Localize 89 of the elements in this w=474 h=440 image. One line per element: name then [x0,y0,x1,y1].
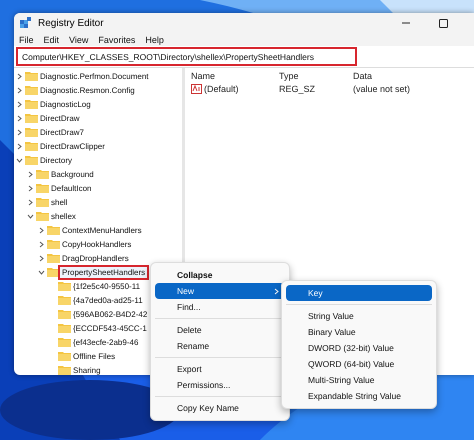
tree-item[interactable]: {ef43ecfe-2ab9-46 [71,336,140,348]
folder-icon [47,253,60,263]
tree-item[interactable]: {ECCDF543-45CC-1 [71,322,149,334]
folder-icon [25,141,38,151]
chevron-right-icon[interactable] [16,86,23,94]
menu-item[interactable]: Find... [155,299,285,315]
tree-item[interactable]: Background [49,168,96,180]
chevron-right-icon[interactable] [27,170,34,178]
table-cell-text: (value not set) [353,84,412,94]
chevron-down-icon[interactable] [38,268,45,276]
maximize-icon[interactable] [439,18,448,28]
tree-item[interactable]: shellex [49,210,78,222]
tree-item[interactable]: DirectDraw [38,112,82,124]
address-bar[interactable]: Computer\HKEY_CLASSES_ROOT\Directory\shellex\PropertySheetHandlers [16,47,357,66]
menu-item[interactable]: DWORD (32-bit) Value [286,340,432,356]
menu-item[interactable]: Expandable String Value [286,388,432,404]
window-title: Registry Editor [38,18,105,28]
menu-item[interactable]: Export [155,361,285,377]
column-header[interactable]: Data [353,71,468,81]
folder-icon [58,295,71,305]
tree-item[interactable]: {4a7ded0a-ad25-11 [71,294,145,306]
folder-icon [36,169,49,179]
menu-item[interactable]: Collapse [155,267,285,283]
chevron-right-icon [274,288,279,294]
tree-item[interactable]: PropertySheetHandlers [60,266,148,278]
table-cell-text: REG_SZ [279,84,316,94]
chevron-right-icon[interactable] [16,100,23,108]
menu-bar-item[interactable]: File [19,34,34,46]
registry-app-icon [20,17,32,29]
tree-item[interactable]: DragDropHandlers [60,252,131,264]
folder-icon [58,323,71,333]
tree-item[interactable]: {596AB062-B4D2-42 [71,308,150,320]
folder-icon [58,337,71,347]
folder-icon [36,211,49,221]
menu-item[interactable]: QWORD (64-bit) Value [286,356,432,372]
tree-item[interactable]: DiagnosticLog [38,98,93,110]
folder-icon [47,239,60,249]
tree-item[interactable]: CopyHookHandlers [60,238,134,250]
folder-icon [58,351,71,361]
chevron-right-icon[interactable] [16,72,23,80]
column-header[interactable]: Name [191,71,279,81]
chevron-right-icon[interactable] [27,184,34,192]
chevron-right-icon[interactable] [27,198,34,206]
tree-item[interactable]: Sharing [71,364,103,375]
menu-item[interactable]: Delete [155,322,285,338]
menu-item[interactable]: Multi-String Value [286,372,432,388]
chevron-right-icon[interactable] [38,240,45,248]
chevron-down-icon[interactable] [27,212,34,220]
tree-item[interactable]: Offline Files [71,350,118,362]
menu-item[interactable]: Key [286,285,432,301]
chevron-down-icon[interactable] [16,156,23,164]
folder-icon [58,309,71,319]
tree-item[interactable]: DirectDraw7 [38,126,86,138]
chevron-right-icon[interactable] [38,254,45,262]
tree-item[interactable]: ContextMenuHandlers [60,224,144,236]
folder-icon [25,71,38,81]
folder-icon [25,113,38,123]
menu-item[interactable]: Copy Key Name [155,400,285,416]
menu-item[interactable]: Permissions... [155,377,285,393]
folder-icon [58,281,71,291]
folder-icon [25,127,38,137]
menu-bar-item[interactable]: View [69,34,88,46]
tree-item[interactable]: DirectDrawClipper [38,140,107,152]
chevron-right-icon[interactable] [16,114,23,122]
menu-item[interactable]: Binary Value [286,324,432,340]
folder-icon [25,99,38,109]
tree-item[interactable]: {1f2e5c40-9550-11 [71,280,142,292]
menu-bar-item[interactable]: Help [145,34,164,46]
menu-item[interactable]: Rename [155,338,285,354]
chevron-right-icon[interactable] [16,128,23,136]
folder-icon [47,225,60,235]
folder-icon [25,155,38,165]
menu-bar-item[interactable]: Edit [44,34,60,46]
folder-icon [25,85,38,95]
tree-item[interactable]: Diagnostic.Perfmon.Document [38,70,150,82]
string-value-icon [191,84,202,94]
column-header[interactable]: Type [279,71,353,81]
folder-icon [36,183,49,193]
tree-item[interactable]: Diagnostic.Resmon.Config [38,84,137,96]
menu-bar-item[interactable]: Favorites [98,34,136,46]
table-cell: (Default) [204,84,239,94]
folder-icon [36,197,49,207]
menu-item[interactable]: String Value [286,308,432,324]
tree-item[interactable]: shell [49,196,70,208]
chevron-right-icon[interactable] [16,142,23,150]
tree-item[interactable]: DefaultIcon [49,182,94,194]
folder-icon [58,365,71,375]
tree-item[interactable]: Directory [38,154,74,166]
chevron-right-icon[interactable] [38,226,45,234]
